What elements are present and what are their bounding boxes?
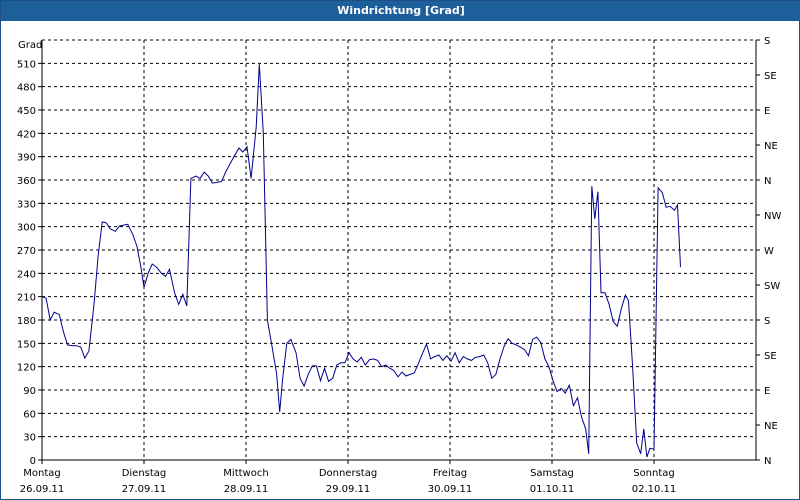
right-tick-label: W	[764, 246, 774, 257]
series-line	[41, 64, 681, 458]
y-tick-label: 480	[17, 83, 36, 94]
right-tick-label: N	[764, 176, 771, 187]
right-tick-label: E	[764, 106, 770, 117]
x-tick-date: 02.10.11	[632, 484, 677, 495]
x-tick-day: Freitag	[433, 468, 467, 479]
right-tick-label: NW	[764, 211, 781, 222]
right-tick-label: S	[764, 36, 770, 47]
x-tick-date: 30.09.11	[428, 484, 473, 495]
y-tick-label: 420	[17, 129, 36, 140]
y-tick-label: 270	[17, 246, 36, 257]
right-axis-ticks: N NE E SE S SW W NW N NE E SE S	[764, 36, 781, 467]
x-tick-day: Montag	[23, 468, 60, 479]
x-tick-day: Samstag	[530, 468, 574, 479]
x-tick-date: 27.09.11	[122, 484, 167, 495]
left-axis-ticks: 0 30 60 90 120 150 180 210 240 270 300 330 360 390 420…	[17, 59, 36, 467]
y-tick-label: 450	[17, 106, 36, 117]
x-tick-date: 28.09.11	[224, 484, 269, 495]
x-tick-date: 26.09.11	[20, 484, 65, 495]
series	[41, 64, 681, 458]
x-tick-day: Dienstag	[122, 468, 167, 479]
y-tick-label: 0	[30, 456, 36, 467]
right-tick-label: S	[764, 316, 770, 327]
y-tick-label: 60	[23, 409, 36, 420]
y-tick-label: 300	[17, 223, 36, 234]
y-tick-label: 510	[17, 59, 36, 70]
grid	[42, 39, 756, 460]
x-tick-date: 29.09.11	[326, 484, 371, 495]
wind-direction-chart: 0 30 60 90 120 150 180 210 240 270 300 330 360 390 420…	[17, 36, 782, 495]
x-tick-day: Donnerstag	[319, 468, 377, 479]
right-tick-label: SE	[764, 351, 777, 362]
y-tick-label: 150	[17, 339, 36, 350]
x-tick-day: Mittwoch	[223, 468, 268, 479]
x-tick-day: Sonntag	[633, 468, 675, 479]
y-tick-label: 180	[17, 316, 36, 327]
y-tick-label: 360	[17, 176, 36, 187]
y-tick-label: 330	[17, 199, 36, 210]
x-axis-ticks: Montag 26.09.11 Dienstag 27.09.11 Mittwoch 28…	[20, 468, 677, 495]
y-tick-label: 390	[17, 153, 36, 164]
x-tick-date: 01.10.11	[530, 484, 575, 495]
right-tick-label: SE	[764, 71, 777, 82]
y-tick-label: 30	[23, 433, 36, 444]
y-tick-label: 210	[17, 293, 36, 304]
y-axis-label: Grad	[18, 40, 42, 51]
right-tick-label: E	[764, 386, 770, 397]
right-tick-label: NE	[764, 421, 778, 432]
right-tick-label: N	[764, 456, 771, 467]
y-tick-label: 90	[23, 386, 36, 397]
right-tick-label: NE	[764, 141, 778, 152]
y-tick-label: 120	[17, 363, 36, 374]
right-tick-label: SW	[764, 281, 780, 292]
y-tick-label: 240	[17, 269, 36, 280]
axes	[38, 39, 760, 464]
